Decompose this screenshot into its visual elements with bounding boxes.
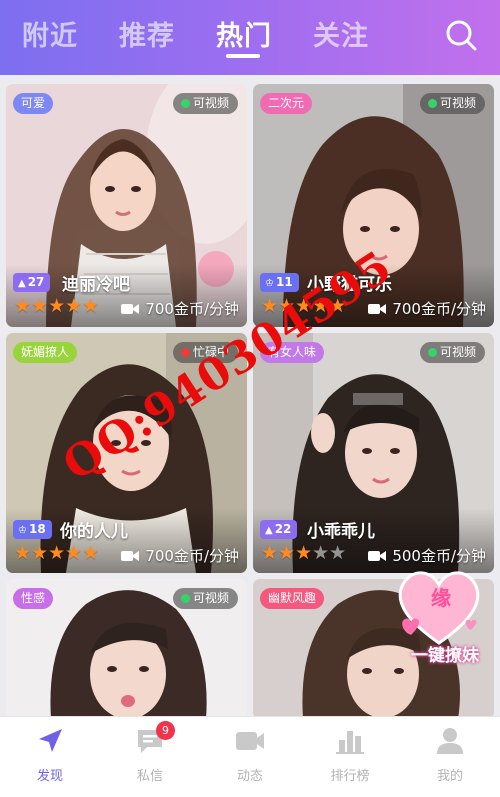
status-dot [180, 99, 190, 108]
video-camera-icon [368, 302, 387, 320]
one-click-flirt-button[interactable]: 一键撩妹 [400, 641, 490, 666]
bar-chart-icon [336, 731, 364, 754]
status-text: 可视频 [192, 591, 229, 605]
user-name: 小乖乖儿 [307, 522, 375, 542]
star-rating: ★★★★★ [14, 295, 100, 317]
star-rating: ★★★★★ [14, 542, 100, 564]
category-tag: 性感 [13, 588, 54, 609]
price-per-minute: 700金币/分钟 [121, 298, 239, 320]
category-tag: 二次元 [260, 93, 313, 114]
status-dot [427, 348, 437, 357]
status-text: 可视频 [439, 96, 476, 110]
level-value: 11 [275, 275, 293, 289]
tab-recommend[interactable]: 推荐 [119, 14, 175, 53]
nav-label: 排行榜 [330, 769, 370, 784]
video-camera-icon [236, 732, 264, 750]
status-text: 可视频 [439, 345, 476, 359]
nav-leaderboard[interactable]: 排行榜 [300, 717, 400, 797]
price-per-minute: 700金币/分钟 [121, 545, 239, 567]
status-dot [427, 99, 437, 108]
price-text: 700金币/分钟 [145, 300, 239, 318]
nav-moments[interactable]: 动态 [200, 717, 300, 797]
tab-follow[interactable]: 关注 [313, 14, 369, 53]
unread-badge: 9 [156, 721, 175, 740]
level-badge: ♔ 11 [260, 273, 299, 292]
nav-discover[interactable]: 发现 [0, 717, 100, 797]
price-text: 700金币/分钟 [145, 547, 239, 565]
video-status-badge: 可视频 [172, 588, 238, 609]
level-value: 27 [27, 275, 45, 289]
profile-card[interactable]: 有女人味 可视频 ▲ 22 小乖乖儿 ★★★★★ 500金币/分钟 [253, 333, 494, 573]
user-icon [437, 728, 463, 754]
user-name: 你的人儿 [60, 522, 128, 542]
video-camera-icon [121, 549, 140, 567]
status-dot [180, 594, 190, 603]
video-status-badge: 可视频 [419, 93, 485, 114]
status-text: 可视频 [192, 96, 229, 110]
video-status-badge: 可视频 [172, 93, 238, 114]
tab-nearby[interactable]: 附近 [22, 14, 78, 53]
nav-label: 我的 [436, 769, 463, 784]
category-tag: 可爱 [13, 93, 54, 114]
level-badge: ▲ 22 [260, 520, 298, 539]
video-camera-icon [121, 302, 140, 320]
video-camera-icon [368, 549, 387, 567]
tab-hot[interactable]: 热门 [216, 14, 272, 53]
bottom-nav: 发现 9 私信 动态 排行榜 我的 [0, 716, 500, 797]
level-badge: ♔ 18 [13, 520, 52, 539]
profile-card[interactable]: 性感 可视频 [6, 579, 247, 719]
top-header: 附近 推荐 热门 关注 [0, 0, 500, 75]
category-tag: 幽默风趣 [260, 588, 325, 609]
nav-label: 动态 [236, 769, 263, 784]
nav-label: 私信 [136, 769, 163, 784]
price-text: 700金币/分钟 [392, 300, 486, 318]
price-per-minute: 700金币/分钟 [368, 298, 486, 320]
trophy-icon: ♔ [18, 525, 27, 536]
triangle-icon: ▲ [265, 525, 273, 536]
star-rating: ★★★★★ [261, 542, 347, 564]
level-value: 18 [28, 522, 46, 536]
search-icon[interactable] [444, 18, 478, 52]
nav-profile[interactable]: 我的 [400, 717, 500, 797]
category-tag: 妩媚撩人 [13, 342, 78, 363]
video-status-badge: 可视频 [419, 342, 485, 363]
user-name: 迪丽冷吧 [62, 275, 130, 295]
level-value: 22 [274, 522, 292, 536]
triangle-icon: ▲ [18, 278, 26, 289]
sticker-char: 缘 [431, 586, 451, 610]
trophy-icon: ♔ [265, 278, 274, 289]
level-badge: ▲ 27 [13, 273, 51, 292]
profile-card[interactable]: 可爱 可视频 ▲ 27 迪丽冷吧 ★★★★★ 700金币/分钟 [6, 84, 247, 327]
nav-label: 发现 [36, 769, 63, 784]
navigation-arrow-icon [39, 729, 62, 752]
active-tab-indicator [226, 54, 260, 58]
status-dot [180, 348, 190, 357]
nav-messages[interactable]: 9 私信 [100, 717, 200, 797]
